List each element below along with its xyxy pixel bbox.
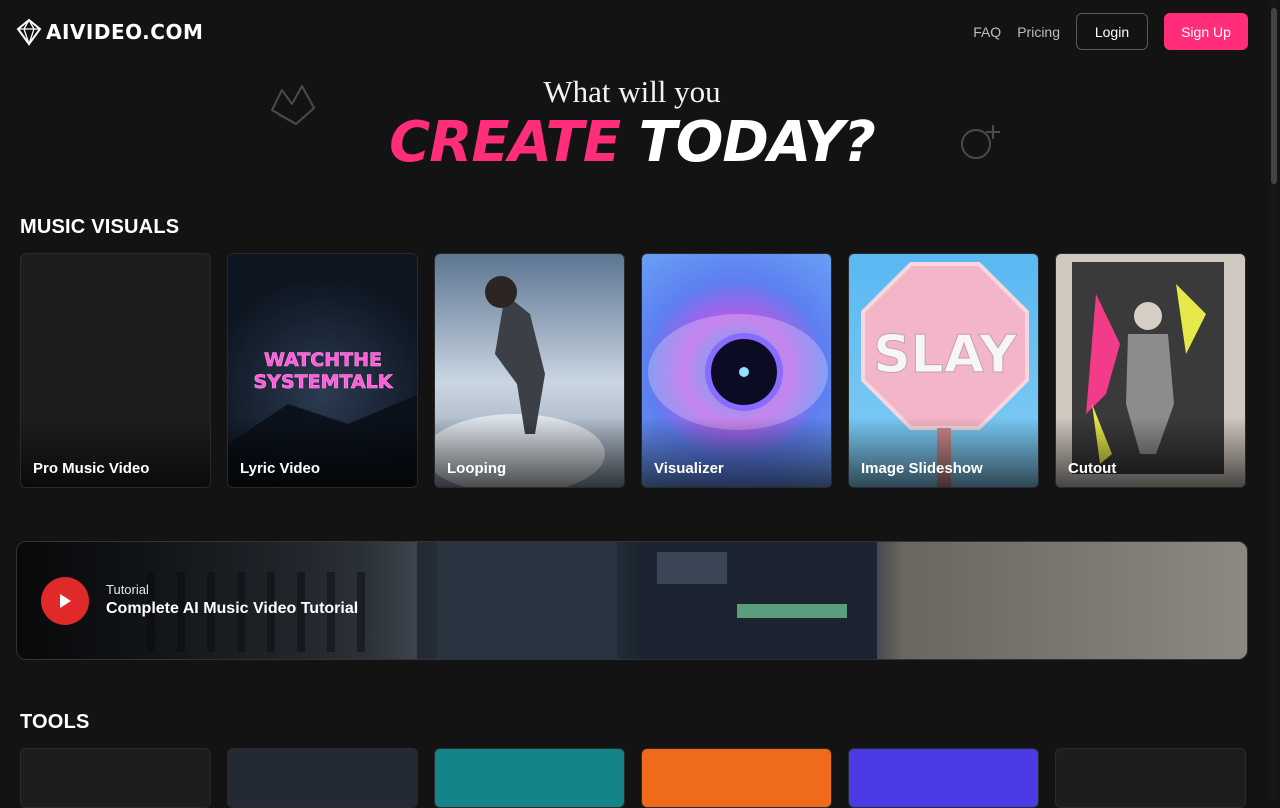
play-icon (60, 594, 71, 608)
tool-card[interactable] (641, 748, 832, 808)
section-title-music-visuals: MUSIC VISUALS (20, 216, 180, 238)
tools-row (20, 748, 1246, 808)
scroll-thumb[interactable] (1271, 8, 1277, 184)
login-button[interactable]: Login (1076, 13, 1148, 50)
card-looping[interactable]: Looping (434, 253, 625, 488)
hero-create-word: CREATE (389, 110, 621, 175)
tool-card[interactable] (227, 748, 418, 808)
banner-title: Complete AI Music Video Tutorial (106, 600, 359, 617)
card-lyric-video[interactable]: WATCHTHE SYSTEMTALK Lyric Video (227, 253, 418, 488)
card-cutout[interactable]: Cutout (1055, 253, 1246, 488)
hero-heading: CREATE TODAY? (0, 108, 1264, 178)
tool-card[interactable] (1055, 748, 1246, 808)
card-label: Visualizer (654, 460, 724, 477)
card-label: Cutout (1068, 460, 1117, 477)
diamond-logo-icon (16, 18, 42, 46)
svg-text:SLAY: SLAY (873, 325, 1018, 385)
top-navbar: AIVIDEO.COM FAQ Pricing Login Sign Up (0, 0, 1268, 62)
nav: FAQ Pricing Login Sign Up (973, 13, 1248, 50)
card-label: Pro Music Video (33, 460, 150, 477)
section-title-tools: TOOLS (20, 711, 90, 733)
svg-text:SYSTEMTALK: SYSTEMTALK (254, 371, 394, 393)
card-label: Image Slideshow (861, 460, 983, 477)
signup-button[interactable]: Sign Up (1164, 13, 1248, 50)
hero-today-word: TODAY? (638, 110, 876, 175)
svg-text:WATCHTHE: WATCHTHE (264, 349, 382, 371)
nav-pricing-link[interactable]: Pricing (1017, 24, 1060, 40)
tool-card[interactable] (434, 748, 625, 808)
logo[interactable]: AIVIDEO.COM (16, 16, 203, 48)
card-label: Lyric Video (240, 460, 321, 477)
card-visualizer[interactable]: Visualizer (641, 253, 832, 488)
music-visuals-row: Pro Music Video WATCHTHE SYSTEMTALK Lyri… (20, 253, 1246, 488)
card-pro-music-video[interactable]: Pro Music Video (20, 253, 211, 488)
card-label: Looping (447, 460, 507, 477)
tutorial-banner[interactable]: Tutorial Complete AI Music Video Tutoria… (16, 541, 1248, 660)
play-button[interactable] (41, 577, 89, 625)
logo-text: AIVIDEO.COM (46, 20, 204, 44)
tool-card[interactable] (848, 748, 1039, 808)
tool-card[interactable] (20, 748, 211, 808)
banner-kicker: Tutorial (106, 582, 149, 597)
hero-heading-line: What will you (543, 74, 721, 109)
card-image-slideshow[interactable]: SLAY Image Slideshow (848, 253, 1039, 488)
nav-faq-link[interactable]: FAQ (973, 24, 1001, 40)
scrollbar[interactable] (1270, 0, 1278, 800)
